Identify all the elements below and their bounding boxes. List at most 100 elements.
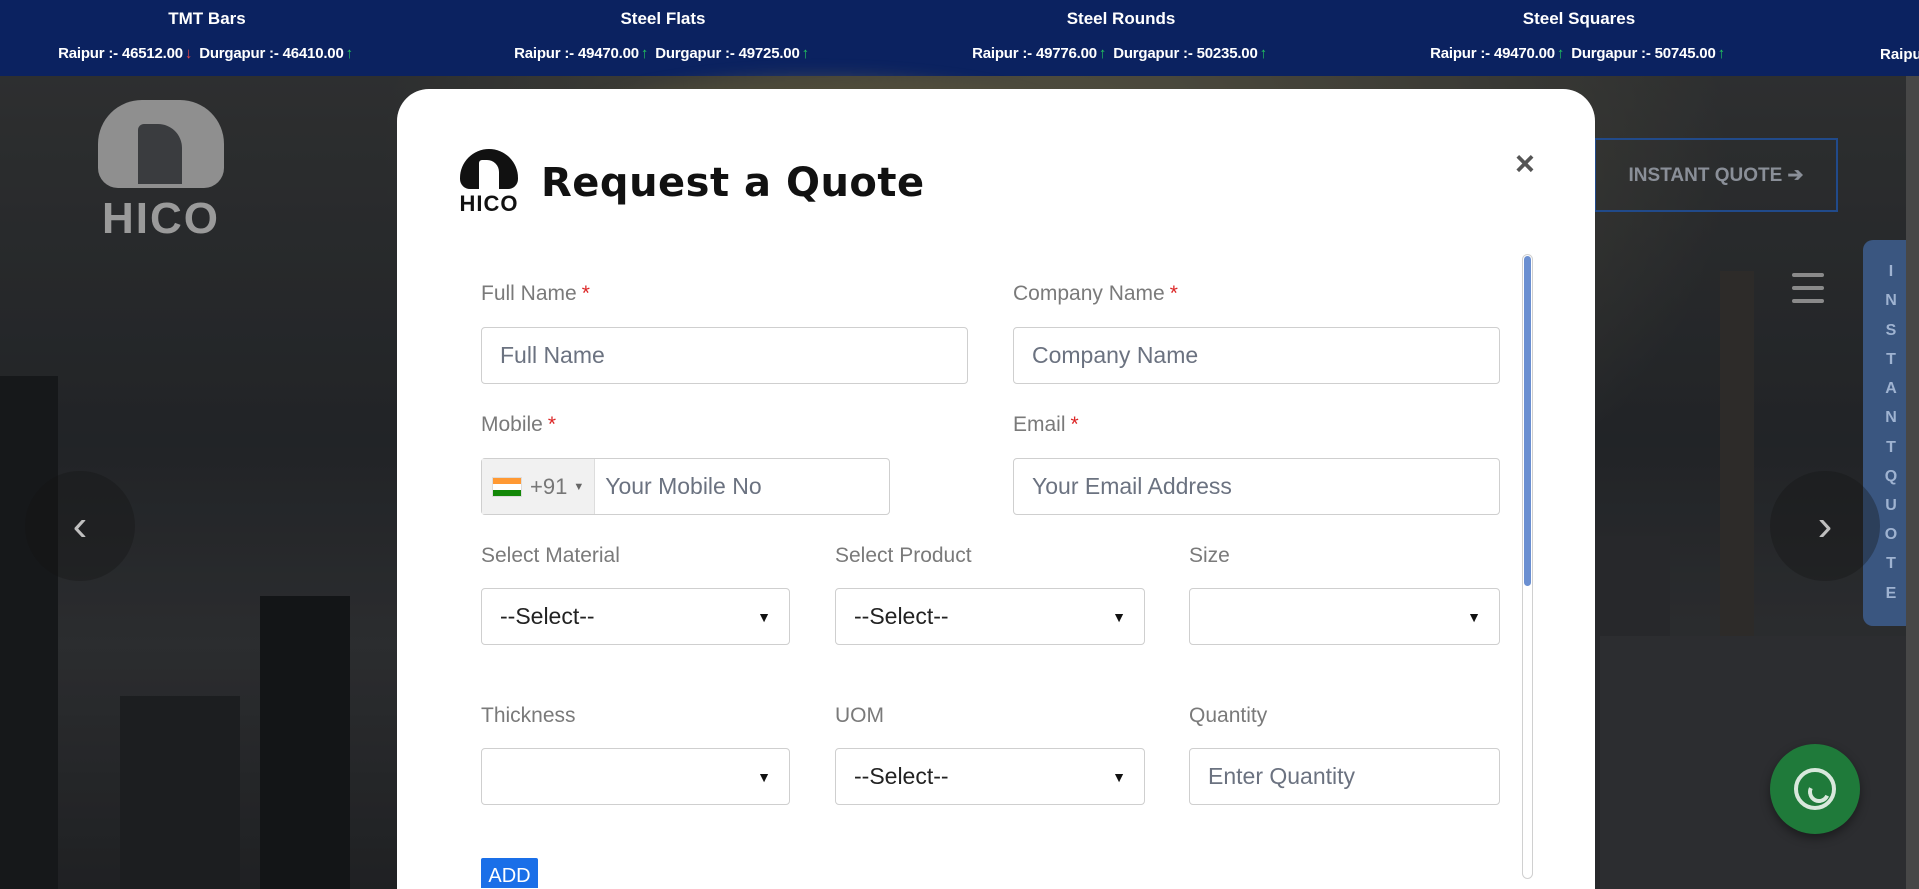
chevron-down-icon: ▼	[1112, 768, 1126, 785]
durgapur-label: Durgapur :-	[199, 45, 279, 62]
whatsapp-button[interactable]	[1770, 744, 1860, 834]
slider-next-button[interactable]: ›	[1770, 471, 1880, 581]
raipur-label: Raipur :-	[972, 45, 1032, 62]
email-field: Email *	[1013, 413, 1079, 437]
modal-header: HICO Request a Quote	[457, 149, 925, 217]
mobile-field: Mobile *	[481, 413, 556, 437]
material-value: --Select--	[500, 603, 595, 629]
uom-value: --Select--	[854, 763, 949, 789]
required-mark: *	[1169, 282, 1178, 305]
thickness-select[interactable]: ▼	[481, 748, 790, 805]
menu-icon[interactable]	[1792, 273, 1824, 303]
company-name-field: Company Name *	[1013, 282, 1178, 306]
company-name-label: Company Name	[1013, 282, 1165, 305]
durgapur-label: Durgapur :-	[1113, 45, 1193, 62]
required-mark: *	[547, 413, 557, 436]
raipur-value: 49776.00	[1035, 45, 1097, 62]
size-select[interactable]: ▼	[1189, 588, 1500, 645]
size-label: Size	[1189, 544, 1230, 567]
slider-prev-button[interactable]: ‹	[25, 471, 135, 581]
uom-select[interactable]: --Select-- ▼	[835, 748, 1145, 805]
close-icon[interactable]: ×	[1515, 147, 1535, 181]
ticker-title: TMT Bars	[168, 9, 246, 28]
full-name-field: Full Name *	[481, 282, 590, 306]
page-scrollbar[interactable]	[1906, 76, 1919, 889]
email-input[interactable]: Your Email Address	[1013, 458, 1500, 515]
chevron-down-icon: ▼	[757, 608, 771, 625]
ticker-item-steel-flats: Steel Flats Raipur :- 49470.00 ↑ Durgapur…	[434, 0, 892, 76]
up-arrow-icon: ↑	[801, 45, 810, 62]
india-flag-icon	[492, 476, 522, 497]
mobile-label: Mobile	[481, 413, 543, 436]
raipur-label: Raipur :-	[514, 45, 574, 62]
durgapur-value: 46410.00	[282, 45, 344, 62]
site-logo[interactable]: HICO	[86, 100, 236, 244]
raipur-label: Raipur :-	[58, 45, 118, 62]
email-label: Email	[1013, 413, 1066, 436]
product-label: Select Product	[835, 544, 972, 567]
durgapur-value: 50235.00	[1196, 45, 1258, 62]
quantity-field: Quantity	[1189, 704, 1267, 728]
down-arrow-icon: ↓	[184, 45, 193, 62]
instant-quote-button[interactable]: INSTANT QUOTE ➔	[1594, 138, 1838, 212]
modal-logo: HICO	[457, 149, 521, 217]
product-value: --Select--	[854, 603, 949, 629]
ticker-title: Steel Flats	[620, 9, 706, 28]
thickness-field: Thickness	[481, 704, 576, 728]
raipur-label: Raipur :-	[1430, 45, 1490, 62]
up-arrow-icon: ↑	[1717, 45, 1726, 62]
modal-logo-text: HICO	[459, 191, 519, 216]
price-ticker: TMT Bars Raipur :- 46512.00 ↓ Durgapur :-…	[0, 0, 1919, 76]
ticker-title: Steel Rounds	[1066, 9, 1176, 28]
ticker-title: Steel Squares	[1522, 9, 1636, 28]
chevron-left-icon: ‹	[72, 501, 88, 550]
hico-logo-icon	[460, 149, 518, 190]
country-code: +91	[530, 473, 568, 499]
quantity-input[interactable]: Enter Quantity	[1189, 748, 1500, 805]
durgapur-value: 49725.00	[738, 45, 800, 62]
full-name-input[interactable]: Full Name	[481, 327, 968, 384]
raipur-value: 49470.00	[577, 45, 639, 62]
mobile-input[interactable]: Your Mobile No	[595, 473, 761, 500]
request-quote-modal: HICO Request a Quote × Full Name * Full N…	[397, 89, 1595, 889]
material-label: Select Material	[481, 544, 620, 567]
uom-field: UOM	[835, 704, 884, 728]
product-field: Select Product	[835, 544, 972, 568]
thickness-label: Thickness	[481, 704, 576, 727]
durgapur-value: 50745.00	[1654, 45, 1716, 62]
mobile-input-group: +91 ▼ Your Mobile No	[481, 458, 890, 515]
up-arrow-icon: ↑	[345, 45, 354, 62]
ticker-item-tmt-bars: TMT Bars Raipur :- 46512.00 ↓ Durgapur :-…	[0, 0, 436, 76]
required-mark: *	[581, 282, 590, 305]
chevron-down-icon: ▼	[1112, 608, 1126, 625]
material-select[interactable]: --Select-- ▼	[481, 588, 790, 645]
modal-scrollbar[interactable]	[1522, 254, 1533, 879]
add-button[interactable]: ADD	[481, 858, 538, 888]
chevron-down-icon: ▼	[573, 480, 585, 493]
company-name-input[interactable]: Company Name	[1013, 327, 1500, 384]
uom-label: UOM	[835, 704, 884, 727]
quantity-label: Quantity	[1189, 704, 1268, 727]
up-arrow-icon: ↑	[1556, 45, 1565, 62]
product-select[interactable]: --Select-- ▼	[835, 588, 1145, 645]
durgapur-label: Durgapur :-	[1571, 45, 1651, 62]
modal-title: Request a Quote	[541, 160, 925, 206]
country-code-select[interactable]: +91 ▼	[482, 459, 596, 514]
whatsapp-icon	[1794, 768, 1836, 810]
up-arrow-icon: ↑	[1098, 45, 1107, 62]
ticker-item-steel-squares: Steel Squares Raipur :- 49470.00 ↑ Durgap…	[1350, 0, 1808, 76]
durgapur-label: Durgapur :-	[655, 45, 735, 62]
chevron-right-icon: ›	[1817, 501, 1833, 550]
modal-scrollbar-thumb[interactable]	[1524, 256, 1531, 586]
raipur-value: 46512.00	[121, 45, 183, 62]
hico-logo-icon	[98, 100, 224, 188]
ticker-partial-text: Raipu	[1880, 46, 1919, 63]
required-mark: *	[1070, 413, 1079, 436]
chevron-down-icon: ▼	[1467, 608, 1481, 625]
chevron-down-icon: ▼	[757, 768, 771, 785]
up-arrow-icon: ↑	[640, 45, 649, 62]
size-field: Size	[1189, 544, 1230, 568]
up-arrow-icon: ↑	[1259, 45, 1268, 62]
ticker-item-steel-rounds: Steel Rounds Raipur :- 49776.00 ↑ Durgapu…	[892, 0, 1350, 76]
full-name-label: Full Name	[481, 282, 577, 305]
